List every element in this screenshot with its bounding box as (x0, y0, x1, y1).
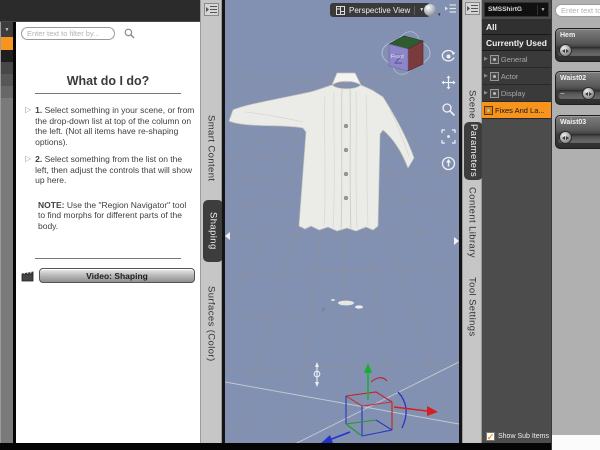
gizmo-x-arrow[interactable] (393, 406, 438, 416)
draw-style-sphere-button[interactable] (424, 4, 436, 16)
slider-handle[interactable] (582, 87, 595, 100)
parameter-group-icon (489, 54, 499, 64)
panel-menu-icon[interactable] (465, 2, 480, 15)
group-row-all[interactable]: All (482, 19, 551, 35)
frame-selection-icon[interactable] (441, 129, 456, 144)
tree-item-fixes-and-lashes[interactable]: Fixes And La... (482, 102, 551, 119)
divider (35, 93, 181, 94)
shaping-filter-input[interactable] (21, 27, 115, 40)
slider-waist03: Waist03 (555, 115, 600, 149)
show-sub-items-checkbox[interactable]: ✓ (486, 432, 495, 441)
decrement-icon[interactable]: − (560, 90, 565, 98)
transform-gizmo[interactable] (320, 363, 438, 443)
view-selector-label: Perspective View (349, 5, 411, 15)
daz-studio-window: ▼ What do I do? ▷ 1. Select something in… (0, 0, 600, 450)
viewport-nav-toolbar (441, 48, 456, 171)
dropdown-arrow-icon: ▼ (540, 6, 546, 13)
tab-surfaces-color[interactable]: Surfaces (Color) (201, 268, 221, 380)
parameters-sliders-column: Hem Waist02 − Waist03 (551, 0, 600, 450)
divider (35, 258, 181, 259)
tab-parameters[interactable]: Parameters (464, 122, 483, 180)
rail-item[interactable] (1, 74, 13, 86)
view-cube-front-label: Front (391, 54, 404, 60)
rail-item[interactable] (1, 62, 13, 74)
shaping-panel: What do I do? ▷ 1. Select something in y… (16, 22, 200, 443)
video-shaping-button[interactable]: Video: Shaping (39, 268, 195, 283)
tab-scene[interactable]: Scene (463, 80, 481, 128)
left-panels-header-bar (0, 0, 200, 22)
slider-handle[interactable] (559, 131, 572, 144)
slider-label: Hem (560, 32, 576, 39)
slider-waist02: Waist02 − (555, 71, 600, 105)
shape-selector-dropdown[interactable]: SMSShirtG ▼ (484, 2, 549, 17)
sliders-footer (552, 435, 600, 450)
zoom-camera-icon[interactable] (441, 102, 456, 117)
panel-menu-icon[interactable] (204, 3, 219, 16)
parameter-group-icon (489, 88, 499, 98)
viewport-3d[interactable]: Perspective View ▼ ▼ Z Front (225, 0, 459, 443)
rail-dropdown-button[interactable]: ▼ (1, 22, 13, 37)
reset-camera-icon[interactable] (441, 156, 456, 171)
dropdown-arrow-icon: ▼ (4, 26, 10, 33)
tab-tool-settings[interactable]: Tool Settings (463, 272, 481, 342)
gizmo-z-arrow[interactable] (320, 431, 351, 443)
slider-label: Waist02 (560, 75, 587, 82)
instruction-text: 2. Select something from the list on the… (35, 154, 193, 185)
pan-camera-icon[interactable] (441, 75, 456, 90)
orbit-camera-icon[interactable] (441, 48, 456, 63)
instructions-list: ▷ 1. Select something in your scene, or … (25, 105, 195, 186)
tree-expand-icon[interactable]: ▶ (484, 73, 488, 79)
rail-item[interactable] (1, 50, 13, 62)
bullet-arrow-icon: ▷ (25, 105, 32, 114)
instruction-item: ▷ 2. Select something from the list on t… (25, 154, 195, 186)
note-text: NOTE: Use the "Region Navigator" tool to… (38, 199, 187, 231)
tree-item-actor[interactable]: ▶ Actor (482, 68, 551, 85)
right-tab-strip: Scene Parameters Content Library Tool Se… (462, 0, 483, 443)
view-cube[interactable]: Z Front (380, 28, 432, 76)
rail-item[interactable] (1, 86, 13, 98)
parameter-group-icon (484, 105, 493, 115)
tab-smart-content[interactable]: Smart Content (201, 96, 221, 200)
show-sub-items-label: Show Sub Items (498, 433, 549, 440)
video-row: Video: Shaping (21, 268, 195, 283)
dropdown-arrow-icon: ▼ (437, 12, 442, 17)
universal-tool-icon (313, 362, 321, 387)
slider-hem: Hem (555, 28, 600, 62)
parameter-group-icon (489, 71, 499, 81)
tab-shaping[interactable]: Shaping (203, 200, 223, 262)
tree-expand-icon[interactable]: ▶ (484, 90, 488, 96)
shape-selector-value: SMSShirtG (488, 6, 522, 13)
instruction-text: 1. Select something in your scene, or fr… (35, 105, 195, 147)
show-sub-items-row: ✓ Show Sub Items (482, 429, 551, 444)
bottom-border-bar (0, 443, 551, 450)
left-clipped-panel-rail: ▼ (0, 22, 13, 443)
tree-expand-icon[interactable]: ▶ (484, 56, 488, 62)
parameters-group-list: SMSShirtG ▼ All Currently Used ▶ General… (482, 0, 551, 447)
slider-handle[interactable] (559, 44, 572, 57)
tab-content-library[interactable]: Content Library (463, 184, 481, 260)
bullet-arrow-icon: ▷ (25, 154, 32, 163)
movie-clapper-icon (21, 270, 34, 282)
slider-label: Waist03 (560, 119, 587, 126)
instruction-item: ▷ 1. Select something in your scene, or … (25, 105, 195, 147)
world-axis-lines (225, 361, 459, 443)
left-tab-strip: Smart Content Shaping Surfaces (Color) (200, 0, 223, 443)
viewport-pane-icon (336, 5, 345, 15)
shaping-filter-row (16, 22, 200, 40)
collapse-right-panel-arrow[interactable] (454, 237, 459, 245)
view-selector-dropdown[interactable]: Perspective View ▼ (330, 3, 431, 17)
viewport-options-icon[interactable] (444, 3, 457, 14)
check-icon: ✓ (486, 431, 495, 442)
divider (414, 5, 416, 15)
group-row-currently-used[interactable]: Currently Used (482, 35, 551, 51)
mesh-fragments (321, 299, 363, 312)
collapse-left-panel-arrow[interactable] (225, 232, 230, 240)
tree-item-display[interactable]: ▶ Display (482, 85, 551, 102)
rail-selected-item[interactable] (1, 37, 13, 50)
help-heading: What do I do? (66, 74, 150, 88)
search-icon[interactable] (124, 28, 135, 39)
tree-item-general[interactable]: ▶ General (482, 51, 551, 68)
parameters-filter-input[interactable] (555, 4, 600, 17)
